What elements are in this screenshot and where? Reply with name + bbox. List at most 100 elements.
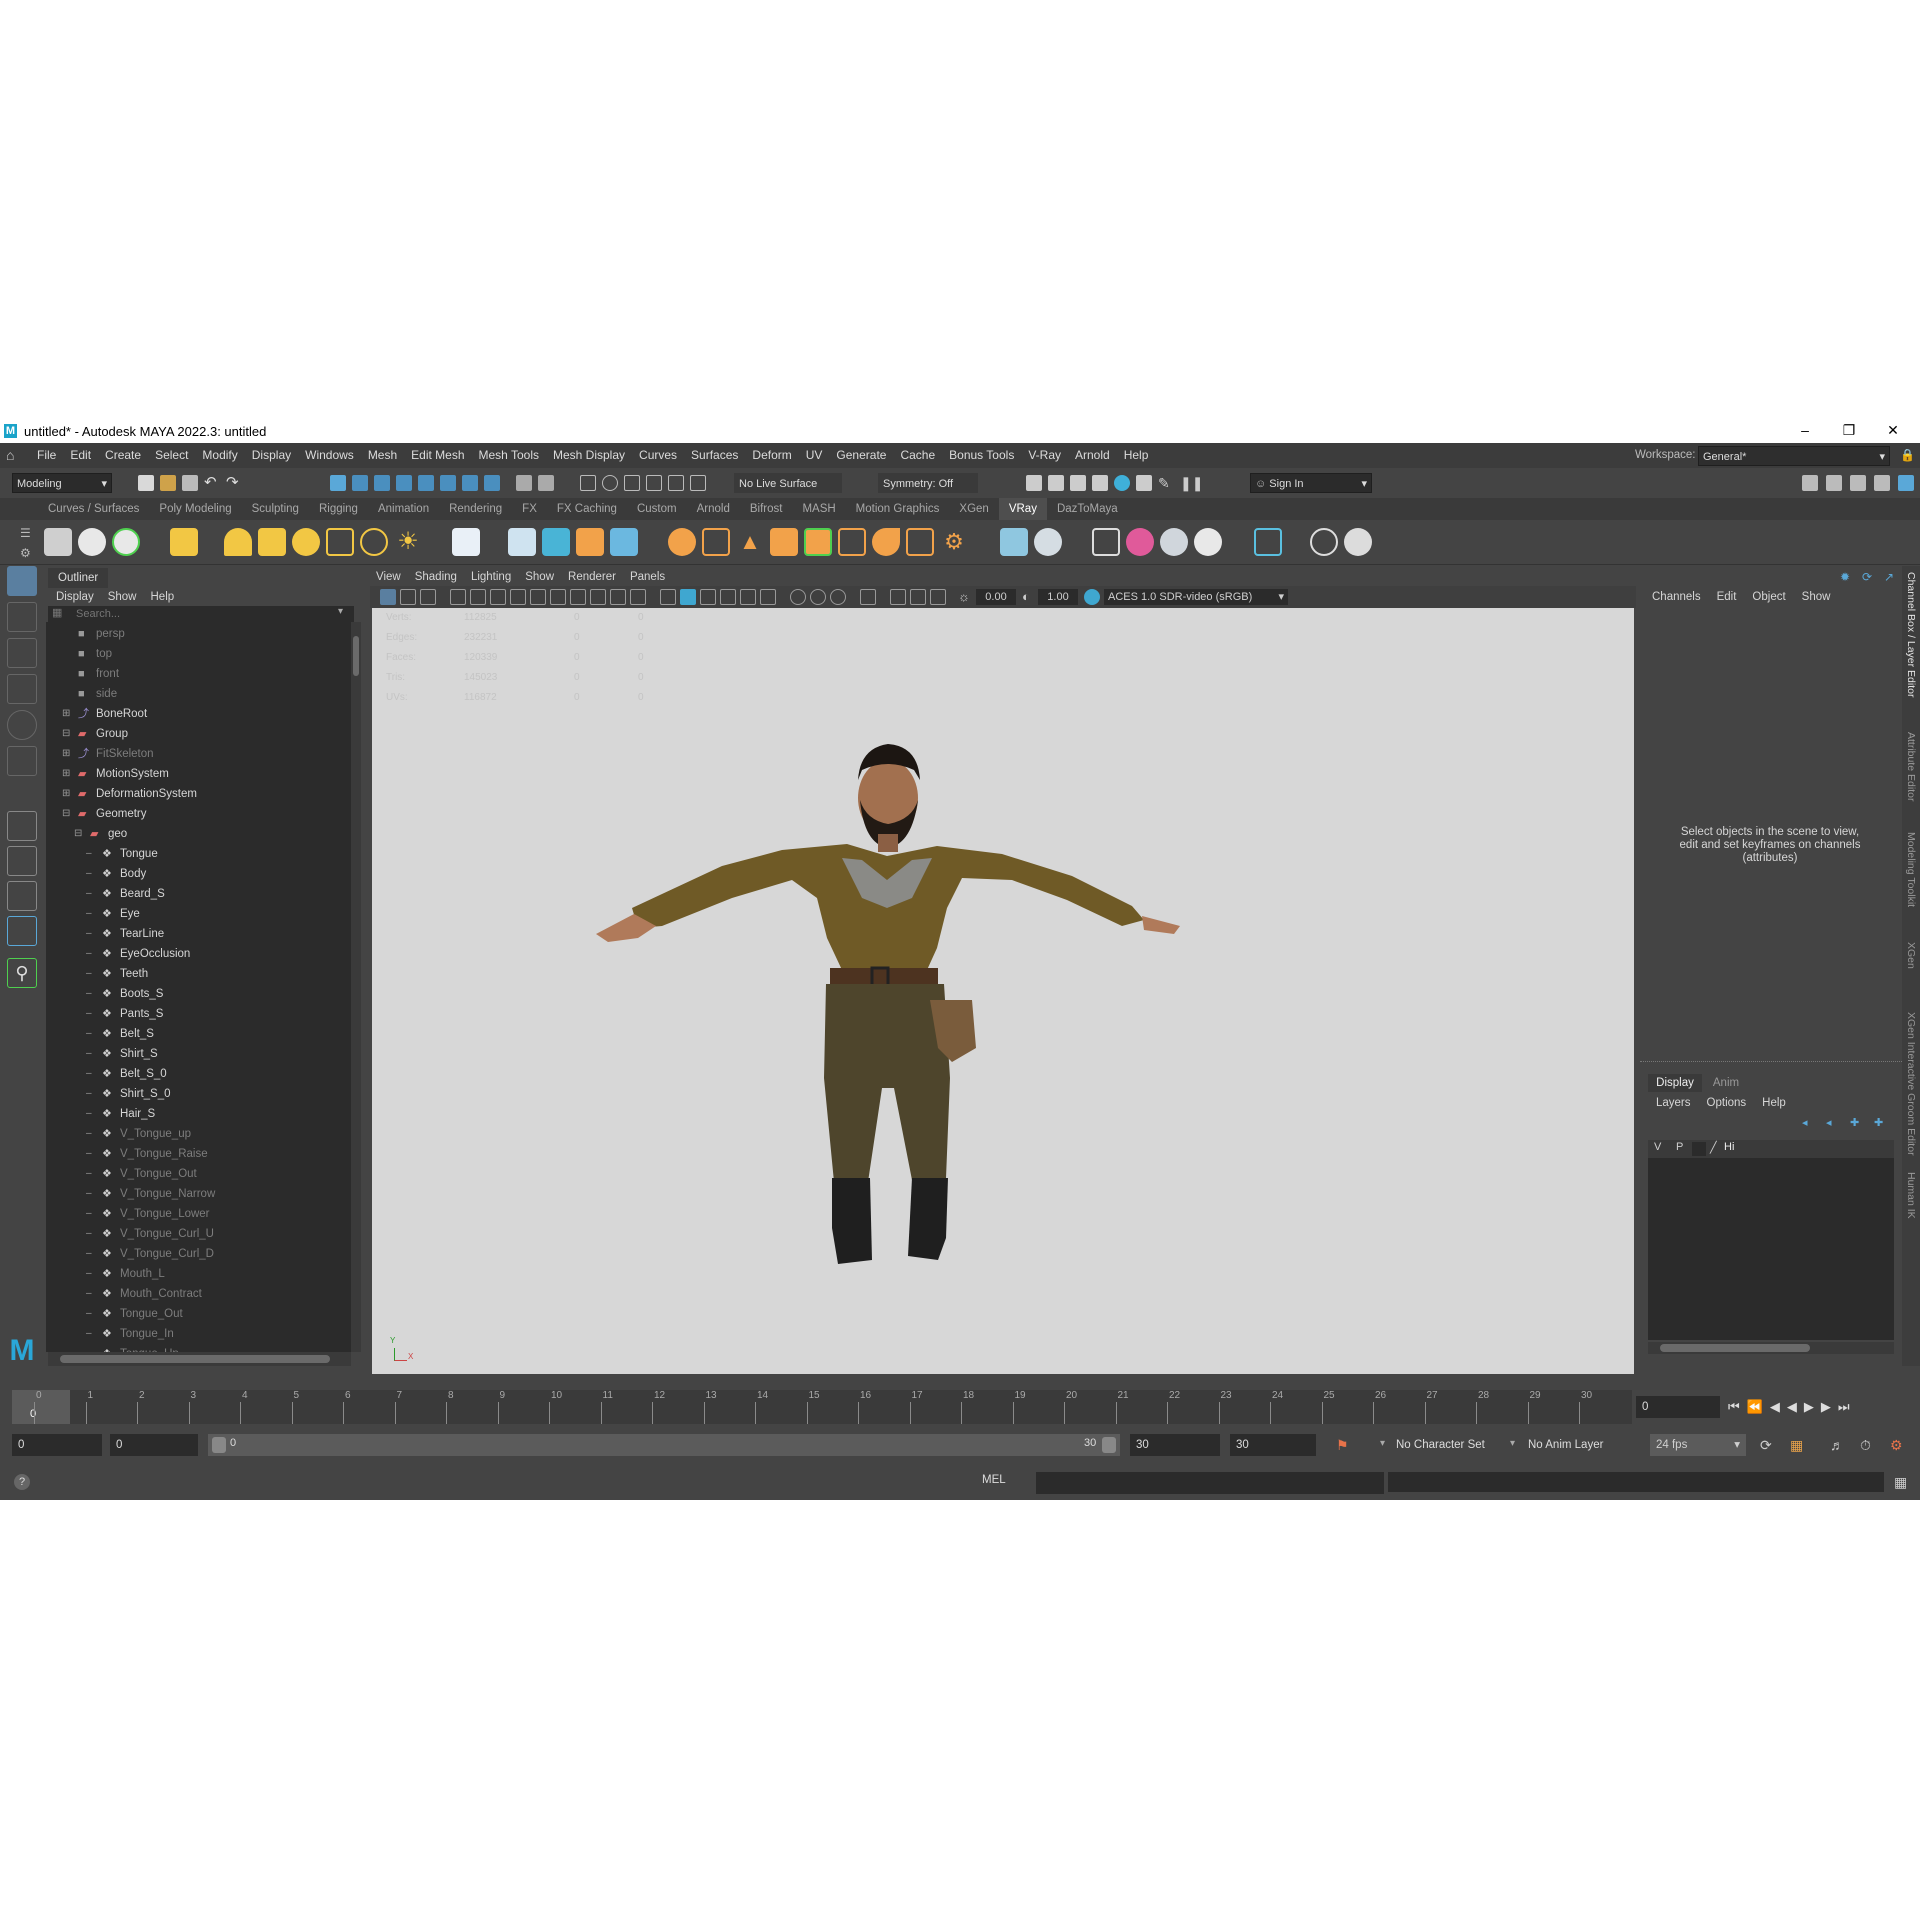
sound-icon[interactable]: ♬: [1830, 1437, 1846, 1453]
menu-bonus-tools[interactable]: Bonus Tools: [942, 443, 1021, 468]
outliner-item[interactable]: – ❖ TearLine: [46, 924, 351, 944]
shelf-tab-daztomaya[interactable]: DazToMaya: [1047, 498, 1128, 520]
pause-icon[interactable]: ❚❚: [1180, 475, 1203, 491]
vray-logo-icon[interactable]: [1344, 528, 1372, 556]
vray-magnet-icon[interactable]: [906, 528, 934, 556]
menu-edit-mesh[interactable]: Edit Mesh: [404, 443, 471, 468]
new-layer-icon[interactable]: ✚: [1850, 1116, 1866, 1132]
auto-key-icon[interactable]: ⚑: [1336, 1437, 1352, 1453]
command-language-label[interactable]: MEL: [982, 1474, 1006, 1486]
outliner-item[interactable]: – ❖ Tongue_In: [46, 1324, 351, 1344]
outliner-toggle-icon[interactable]: [1898, 475, 1914, 491]
select-face-icon[interactable]: [440, 475, 456, 491]
anti-aliasing-icon[interactable]: [830, 589, 846, 605]
vray-render-shelf-icon[interactable]: [44, 528, 72, 556]
current-frame-field[interactable]: 0: [1636, 1396, 1720, 1418]
highlight-selection-icon[interactable]: [538, 475, 554, 491]
menu-file[interactable]: File: [30, 443, 63, 468]
expand-toggle-icon[interactable]: ⊟: [74, 824, 82, 844]
menu-uv[interactable]: UV: [799, 443, 830, 468]
outliner-item[interactable]: – ❖ Pants_S: [46, 1004, 351, 1024]
smooth-shade-icon[interactable]: [680, 589, 696, 605]
outliner-item[interactable]: ■ top: [46, 644, 351, 664]
channel-box-menu-channels[interactable]: Channels: [1652, 591, 1701, 603]
fps-dropdown[interactable]: 24 fps ▾: [1650, 1434, 1746, 1456]
side-tab-modeling-toolkit[interactable]: Modeling Toolkit: [1905, 832, 1917, 907]
textured-icon[interactable]: [720, 589, 736, 605]
bookmark-icon[interactable]: [420, 589, 436, 605]
vray-dome-light-icon[interactable]: [224, 528, 252, 556]
step-back-key-icon[interactable]: ⏪: [1747, 1399, 1770, 1414]
new-layer-selected-icon[interactable]: ✚: [1874, 1116, 1890, 1132]
vray-cloud-icon[interactable]: [1254, 528, 1282, 556]
outliner-item[interactable]: – ❖ Tongue_Out: [46, 1304, 351, 1324]
film-gate-icon[interactable]: [530, 589, 546, 605]
channel-box-icon[interactable]: [1874, 475, 1890, 491]
hypershade-icon[interactable]: [1114, 475, 1130, 491]
grid-toggle-icon[interactable]: [510, 589, 526, 605]
loop-icon[interactable]: ⟳: [1760, 1437, 1776, 1453]
close-button[interactable]: ✕: [1878, 422, 1908, 442]
vray-info-icon[interactable]: [1310, 528, 1338, 556]
vray-fur-icon[interactable]: [610, 528, 638, 556]
menu-mesh-display[interactable]: Mesh Display: [546, 443, 632, 468]
outliner-menu-show[interactable]: Show: [108, 591, 137, 603]
redo-icon[interactable]: ↷: [226, 475, 242, 491]
cache-playback-icon[interactable]: ▦: [1790, 1437, 1806, 1453]
layer-color-icon[interactable]: ╱: [1710, 1141, 1717, 1154]
channel-box-refresh-icon[interactable]: ⟳: [1862, 570, 1878, 586]
vray-proxy-icon[interactable]: [508, 528, 536, 556]
layer-horizontal-scrollbar[interactable]: [1648, 1342, 1894, 1354]
shelf-tab-animation[interactable]: Animation: [368, 498, 439, 520]
use-all-lights-icon[interactable]: [740, 589, 756, 605]
layer-tab-anim[interactable]: Anim: [1706, 1074, 1746, 1092]
sign-in-dropdown[interactable]: ☺ Sign In ▾: [1250, 473, 1372, 493]
outliner-item[interactable]: – ❖ V_Tongue_Narrow: [46, 1184, 351, 1204]
anim-layer-dropdown[interactable]: No Anim Layer: [1528, 1434, 1628, 1456]
viewport-menu-view[interactable]: View: [376, 571, 401, 583]
vray-settings-gear-icon[interactable]: ⚙: [940, 528, 968, 556]
vray-lightmix-icon[interactable]: [1000, 528, 1028, 556]
shelf-menu-icon[interactable]: ☰: [20, 526, 31, 540]
new-scene-icon[interactable]: [138, 475, 154, 491]
range-handle-start[interactable]: [212, 1437, 226, 1453]
outliner-item[interactable]: ■ front: [46, 664, 351, 684]
restore-button[interactable]: ❐: [1834, 422, 1864, 442]
search-icon[interactable]: ⚲: [7, 958, 37, 988]
command-input[interactable]: [1036, 1472, 1384, 1494]
shelf-settings-icon[interactable]: ⚙: [20, 546, 31, 560]
outliner-item[interactable]: – ❖ Belt_S_0: [46, 1064, 351, 1084]
select-misc-icon[interactable]: [484, 475, 500, 491]
outliner-tab[interactable]: Outliner: [48, 568, 108, 588]
side-tab-attribute-editor[interactable]: Attribute Editor: [1905, 732, 1917, 801]
color-management-icon[interactable]: [1084, 589, 1100, 605]
ipr-render-icon[interactable]: [1070, 475, 1086, 491]
outliner-item[interactable]: – ❖ EyeOcclusion: [46, 944, 351, 964]
shelf-tab-sculpting[interactable]: Sculpting: [242, 498, 309, 520]
help-icon[interactable]: ?: [14, 1474, 30, 1490]
move-tool-icon[interactable]: [7, 674, 37, 704]
outliner-item[interactable]: – ❖ Mouth_Contract: [46, 1284, 351, 1304]
select-uv-icon[interactable]: [462, 475, 478, 491]
vray-decal-icon[interactable]: [1034, 528, 1062, 556]
outliner-item[interactable]: ⊞ ▰ DeformationSystem: [46, 784, 351, 804]
outliner-item[interactable]: – ❖ Beard_S: [46, 884, 351, 904]
menu-v-ray[interactable]: V-Ray: [1021, 443, 1068, 468]
render-view-icon[interactable]: [1026, 475, 1042, 491]
outliner-item[interactable]: – ❖ V_Tongue_up: [46, 1124, 351, 1144]
field-chart-icon[interactable]: [590, 589, 606, 605]
menu-mesh-tools[interactable]: Mesh Tools: [472, 443, 546, 468]
layer-type-toggle[interactable]: [1692, 1142, 1706, 1156]
shelf-tab-bifrost[interactable]: Bifrost: [740, 498, 793, 520]
menu-modify[interactable]: Modify: [195, 443, 244, 468]
snap-live-icon[interactable]: [668, 475, 684, 491]
persp-outliner-icon[interactable]: [7, 881, 37, 911]
vray-proxy-import-icon[interactable]: [542, 528, 570, 556]
expand-toggle-icon[interactable]: ⊞: [62, 744, 70, 764]
side-tab-channel-box-layer-editor[interactable]: Channel Box / Layer Editor: [1905, 572, 1917, 698]
outliner-item[interactable]: – ❖ Mouth_L: [46, 1264, 351, 1284]
playback-start-field[interactable]: 0: [110, 1434, 198, 1456]
snap-view-plane-icon[interactable]: [646, 475, 662, 491]
layer-editor-menu-options[interactable]: Options: [1707, 1097, 1747, 1109]
minimize-button[interactable]: –: [1790, 422, 1820, 442]
